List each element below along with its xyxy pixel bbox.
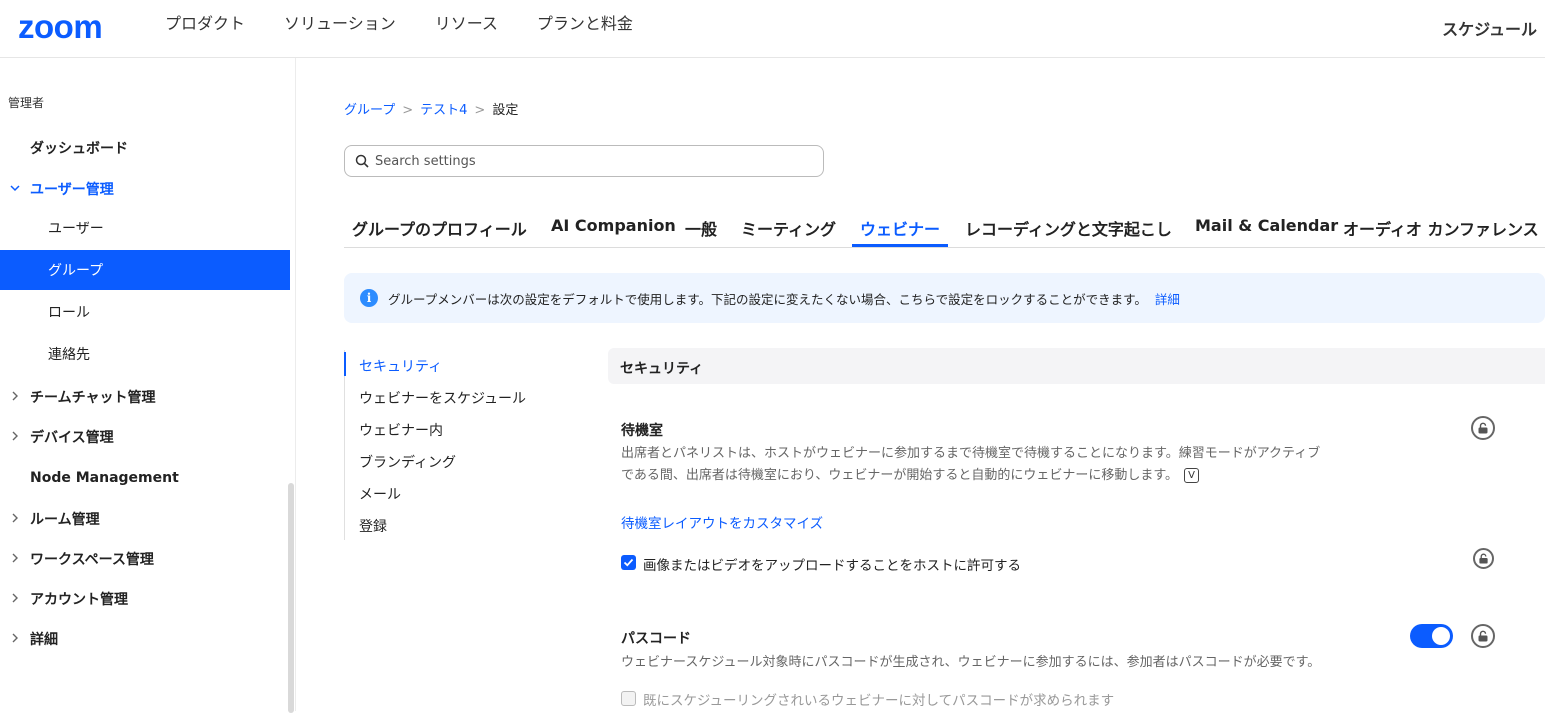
sidebar-item-label: ルーム管理	[30, 512, 100, 528]
allow-upload-checkbox[interactable]	[621, 555, 636, 570]
info-banner: i グループメンバーは次の設定をデフォルトで使用します。下記の設定に変えたくない…	[344, 273, 1545, 323]
sidebar-item-users[interactable]: ユーザー	[0, 208, 290, 248]
sidebar-item-node-management[interactable]: Node Management	[0, 458, 290, 498]
zoom-logo[interactable]: zoom	[18, 8, 103, 46]
breadcrumb-group-name[interactable]: テスト4	[420, 103, 467, 118]
sidebar-item-label: ロール	[48, 305, 90, 321]
info-message: グループメンバーは次の設定をデフォルトで使用します。下記の設定に変えたくない場合…	[388, 292, 1147, 307]
settings-tabs: グループのプロフィール AI Companion 一般 ミーティング ウェビナー…	[344, 206, 1545, 248]
tab-mail-calendar[interactable]: Mail & Calendar	[1195, 216, 1338, 235]
sidebar-item-dashboard[interactable]: ダッシュボード	[0, 128, 290, 168]
tab-audio-conference[interactable]: オーディオ カンファレンス	[1343, 216, 1539, 240]
sidebar-item-advanced[interactable]: 詳細	[0, 619, 290, 659]
webinar-section-nav: セキュリティ ウェビナーをスケジュール ウェビナー内 ブランディング メール 登…	[344, 350, 584, 540]
subnav-in-webinar[interactable]: ウェビナー内	[359, 420, 443, 440]
tab-webinar[interactable]: ウェビナー	[860, 216, 940, 240]
top-nav: プロダクト ソリューション リソース プランと料金	[165, 14, 672, 34]
sidebar-item-label: ユーザー	[48, 221, 104, 237]
sidebar-item-label: ワークスペース管理	[30, 552, 154, 568]
v-badge-icon: V	[1184, 468, 1200, 483]
subnav-branding[interactable]: ブランディング	[359, 452, 456, 472]
sidebar-item-roles[interactable]: ロール	[0, 292, 290, 332]
breadcrumb-current: 設定	[492, 103, 519, 118]
require-passcode-existing-label: 既にスケジューリングされいるウェビナーに対してパスコードが求められます	[643, 693, 1115, 709]
tab-group-profile[interactable]: グループのプロフィール	[352, 216, 527, 240]
chevron-right-icon	[10, 513, 22, 526]
info-icon: i	[360, 289, 378, 307]
allow-upload-label: 画像またはビデオをアップロードすることをホストに許可する	[643, 558, 1021, 574]
breadcrumb-separator: >	[402, 103, 414, 118]
search-input[interactable]	[375, 153, 795, 169]
subnav-email[interactable]: メール	[359, 484, 401, 504]
nav-solutions[interactable]: ソリューション	[284, 14, 396, 34]
waiting-room-title: 待機室	[621, 423, 663, 439]
waiting-room-desc-line2-wrap: である間、出席者は待機室におり、ウェビナーが開始すると自動的にウェビナーに移動し…	[621, 465, 1381, 487]
lock-icon[interactable]	[1471, 624, 1495, 648]
passcode-description: ウェビナースケジュール対象時にパスコードが生成され、ウェビナーに参加するには、参…	[621, 655, 1321, 670]
section-title: セキュリティ	[620, 361, 704, 377]
waiting-room-desc-line1: 出席者とパネリストは、ホストがウェビナーに参加するまで待機室で待機することになり…	[621, 446, 1321, 461]
search-settings-box[interactable]	[344, 145, 824, 177]
sidebar-heading: 管理者	[8, 96, 45, 110]
sidebar-item-label: ダッシュボード	[30, 141, 128, 157]
schedule-link[interactable]: スケジュール	[1442, 16, 1537, 40]
subnav-security[interactable]: セキュリティ	[359, 356, 442, 376]
sidebar-item-label: グループ	[48, 263, 104, 279]
chevron-right-icon	[10, 633, 22, 646]
chevron-right-icon	[10, 391, 22, 404]
sidebar-item-rooms[interactable]: ルーム管理	[0, 499, 290, 539]
breadcrumb-groups[interactable]: グループ	[344, 103, 395, 118]
sidebar-item-label: 詳細	[30, 632, 58, 648]
waiting-room-description: 出席者とパネリストは、ホストがウェビナーに参加するまで待機室で待機することになり…	[621, 443, 1381, 487]
sidebar-item-account[interactable]: アカウント管理	[0, 579, 290, 619]
chevron-right-icon	[10, 431, 22, 444]
active-tab-indicator	[852, 244, 948, 247]
sidebar-item-label: チームチャット管理	[30, 390, 156, 406]
sidebar-scrollbar[interactable]	[288, 483, 294, 713]
tab-meeting[interactable]: ミーティング	[741, 216, 836, 240]
toggle-knob	[1432, 627, 1450, 645]
sidebar-item-label: 連絡先	[48, 347, 90, 363]
lock-icon[interactable]	[1471, 416, 1495, 440]
chevron-down-icon	[10, 183, 22, 196]
top-navigation-bar: zoom プロダクト ソリューション リソース プランと料金 スケジュール	[0, 0, 1545, 58]
waiting-room-desc-line2: である間、出席者は待機室におり、ウェビナーが開始すると自動的にウェビナーに移動し…	[621, 468, 1179, 483]
sidebar-item-label: ユーザー管理	[30, 182, 114, 198]
sidebar-item-label: デバイス管理	[30, 430, 114, 446]
sidebar-item-devices[interactable]: デバイス管理	[0, 417, 290, 457]
chevron-right-icon	[10, 553, 22, 566]
passcode-title: パスコード	[621, 631, 691, 647]
customize-waiting-room-link[interactable]: 待機室レイアウトをカスタマイズ	[621, 512, 823, 532]
section-header-security: セキュリティ	[608, 348, 1545, 384]
sidebar-item-contacts[interactable]: 連絡先	[0, 334, 290, 374]
nav-resources[interactable]: リソース	[435, 14, 498, 34]
tab-general[interactable]: 一般	[685, 216, 717, 240]
info-details-link[interactable]: 詳細	[1155, 292, 1180, 307]
subnav-schedule-webinar[interactable]: ウェビナーをスケジュール	[359, 388, 526, 408]
admin-sidebar: 管理者 ダッシュボード ユーザー管理 ユーザー グループ ロール 連絡先 チーム…	[0, 58, 296, 713]
require-passcode-existing-checkbox[interactable]	[621, 691, 636, 706]
search-icon	[355, 154, 369, 168]
sidebar-item-team-chat[interactable]: チームチャット管理	[0, 377, 290, 417]
sidebar-item-user-management[interactable]: ユーザー管理	[0, 169, 290, 209]
tab-ai-companion[interactable]: AI Companion	[551, 216, 676, 235]
sidebar-item-groups[interactable]: グループ	[0, 250, 290, 290]
chevron-right-icon	[10, 593, 22, 606]
nav-pricing[interactable]: プランと料金	[537, 14, 633, 34]
breadcrumb-separator: >	[474, 103, 486, 118]
sidebar-item-label: Node Management	[30, 470, 179, 486]
info-text: グループメンバーは次の設定をデフォルトで使用します。下記の設定に変えたくない場合…	[388, 289, 1180, 308]
breadcrumb: グループ > テスト4 > 設定	[344, 99, 518, 118]
tab-recording[interactable]: レコーディングと文字起こし	[965, 216, 1172, 240]
nav-products[interactable]: プロダクト	[165, 14, 245, 34]
lock-icon[interactable]	[1473, 548, 1494, 569]
passcode-toggle[interactable]	[1410, 624, 1453, 648]
sidebar-item-workspaces[interactable]: ワークスペース管理	[0, 539, 290, 579]
sidebar-item-label: アカウント管理	[30, 592, 128, 608]
subnav-active-marker	[344, 352, 346, 376]
subnav-registration[interactable]: 登録	[359, 516, 387, 536]
